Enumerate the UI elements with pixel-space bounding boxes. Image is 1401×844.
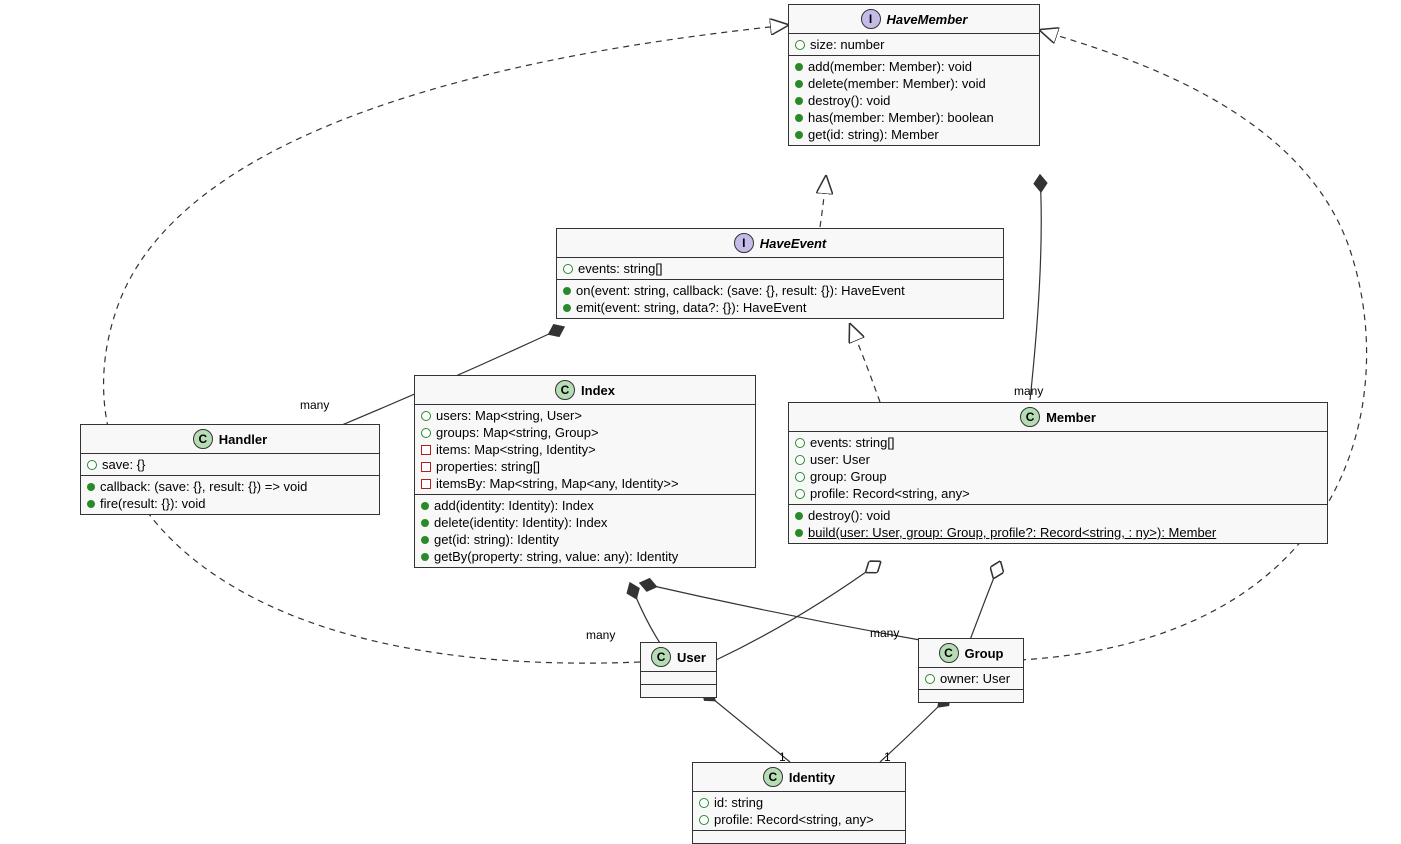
attributes-section: events: string[] [557,258,1003,280]
class-header: C Index [415,376,755,405]
operation-row: get(id: string): Member [789,126,1039,143]
class-user: C User [640,642,717,698]
operations-section [919,690,1023,702]
multiplicity-label: many [870,626,899,640]
class-name: Index [581,383,615,398]
attribute-row: group: Group [789,468,1327,485]
class-group: C Group owner: User [918,638,1024,703]
class-header: C Group [919,639,1023,668]
class-name: HaveEvent [760,236,826,251]
class-badge: C [763,767,783,787]
attribute-row: profile: Record<string, any> [693,811,905,828]
attribute-row: users: Map<string, User> [415,407,755,424]
operation-row: add(member: Member): void [789,58,1039,75]
attribute-row: events: string[] [789,434,1327,451]
attribute-row: properties: string[] [415,458,755,475]
operation-row: fire(result: {}): void [81,495,379,512]
class-badge: C [1020,407,1040,427]
class-badge: C [555,380,575,400]
class-identity: C Identity id: string profile: Record<st… [692,762,906,844]
attribute-row: profile: Record<string, any> [789,485,1327,502]
class-header: C Member [789,403,1327,432]
attributes-section: id: string profile: Record<string, any> [693,792,905,831]
attribute-row: itemsBy: Map<string, Map<any, Identity>> [415,475,755,492]
attribute-row: groups: Map<string, Group> [415,424,755,441]
class-name: HaveMember [887,12,968,27]
operation-row: add(identity: Identity): Index [415,497,755,514]
class-header: C Identity [693,763,905,792]
attributes-section: save: {} [81,454,379,476]
operation-row: delete(identity: Identity): Index [415,514,755,531]
class-header: I HaveEvent [557,229,1003,258]
operation-row: on(event: string, callback: (save: {}, r… [557,282,1003,299]
interface-badge: I [861,9,881,29]
multiplicity-label: many [586,628,615,642]
operations-section: add(identity: Identity): Index delete(id… [415,495,755,567]
class-badge: C [193,429,213,449]
operation-row: get(id: string): Identity [415,531,755,548]
class-name: Handler [219,432,267,447]
attribute-row: owner: User [919,670,1023,687]
class-badge: C [939,643,959,663]
operations-section: callback: (save: {}, result: {}) => void… [81,476,379,514]
operation-row: getBy(property: string, value: any): Ide… [415,548,755,565]
operation-row: build(user: User, group: Group, profile?… [789,524,1327,541]
attributes-section: users: Map<string, User> groups: Map<str… [415,405,755,495]
class-header: C User [641,643,716,672]
operation-row: delete(member: Member): void [789,75,1039,92]
attribute-row: id: string [693,794,905,811]
multiplicity-label: many [1014,384,1043,398]
class-index: C Index users: Map<string, User> groups:… [414,375,756,568]
class-member: C Member events: string[] user: User gro… [788,402,1328,544]
class-name: Identity [789,770,835,785]
operations-section: add(member: Member): void delete(member:… [789,56,1039,145]
class-name: Member [1046,410,1096,425]
class-havemember: I HaveMember size: number add(member: Me… [788,4,1040,146]
attribute-row: items: Map<string, Identity> [415,441,755,458]
class-name: Group [965,646,1004,661]
class-handler: C Handler save: {} callback: (save: {}, … [80,424,380,515]
attributes-section: size: number [789,34,1039,56]
class-name: User [677,650,706,665]
operation-row: destroy(): void [789,507,1327,524]
operation-row: callback: (save: {}, result: {}) => void [81,478,379,495]
multiplicity-label: 1 [779,750,786,764]
operations-section [641,685,716,697]
class-header: I HaveMember [789,5,1039,34]
attribute-row: size: number [789,36,1039,53]
attribute-row: save: {} [81,456,379,473]
attribute-row: user: User [789,451,1327,468]
operations-section: destroy(): void build(user: User, group:… [789,505,1327,543]
attribute-row: events: string[] [557,260,1003,277]
attributes-section: events: string[] user: User group: Group… [789,432,1327,505]
multiplicity-label: 1 [884,750,891,764]
class-haveevent: I HaveEvent events: string[] on(event: s… [556,228,1004,319]
class-header: C Handler [81,425,379,454]
multiplicity-label: many [300,398,329,412]
operations-section: on(event: string, callback: (save: {}, r… [557,280,1003,318]
class-badge: C [651,647,671,667]
operation-row: emit(event: string, data?: {}): HaveEven… [557,299,1003,316]
operations-section [693,831,905,843]
attributes-section [641,672,716,685]
operation-row: has(member: Member): boolean [789,109,1039,126]
interface-badge: I [734,233,754,253]
attributes-section: owner: User [919,668,1023,690]
operation-row: destroy(): void [789,92,1039,109]
